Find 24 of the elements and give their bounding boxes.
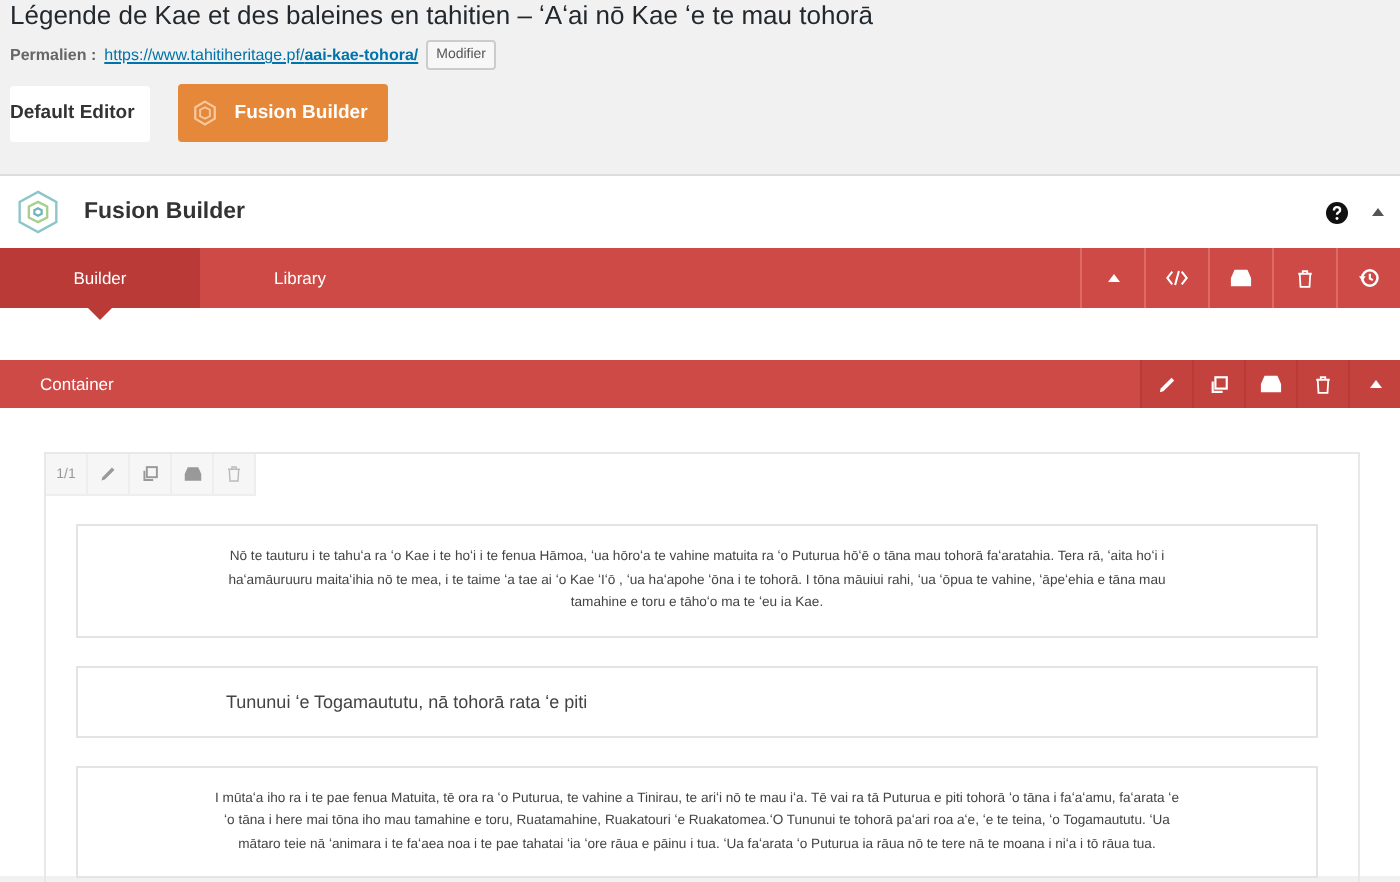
permalink-link[interactable]: https://www.tahitiheritage.pf/aai-kae-tohora/	[104, 46, 419, 64]
logo-icon	[16, 190, 60, 234]
save-icon[interactable]	[183, 466, 201, 482]
clone-icon[interactable]	[142, 466, 158, 482]
logo-icon	[192, 100, 219, 126]
permalink-label: Permalien :	[10, 46, 97, 64]
collapse-icon[interactable]	[1107, 274, 1119, 282]
save-icon[interactable]	[1230, 268, 1252, 288]
builder-title: Fusion Builder	[84, 200, 245, 224]
help-icon[interactable]	[1326, 201, 1348, 223]
builder-tab[interactable]: Library	[200, 248, 400, 308]
pencil-icon[interactable]	[100, 466, 116, 482]
clone-icon[interactable]	[1210, 375, 1228, 393]
history-icon[interactable]	[1358, 268, 1380, 288]
collapse-icon[interactable]	[1369, 380, 1381, 388]
save-icon[interactable]	[1260, 374, 1282, 394]
tab-pointer-icon	[88, 308, 112, 320]
collapse-icon[interactable]	[1372, 208, 1384, 216]
builder-tab[interactable]: Builder	[0, 248, 200, 308]
container-title: Container	[38, 374, 114, 394]
editor-button[interactable]: Default Editor	[10, 85, 151, 141]
pencil-icon[interactable]	[1158, 375, 1176, 393]
code-icon[interactable]	[1166, 268, 1188, 288]
page-title: Légende de Kae et des baleines en tahitien – ʻAʻai nō Kae ʻe te mau tohorā	[10, 0, 875, 30]
